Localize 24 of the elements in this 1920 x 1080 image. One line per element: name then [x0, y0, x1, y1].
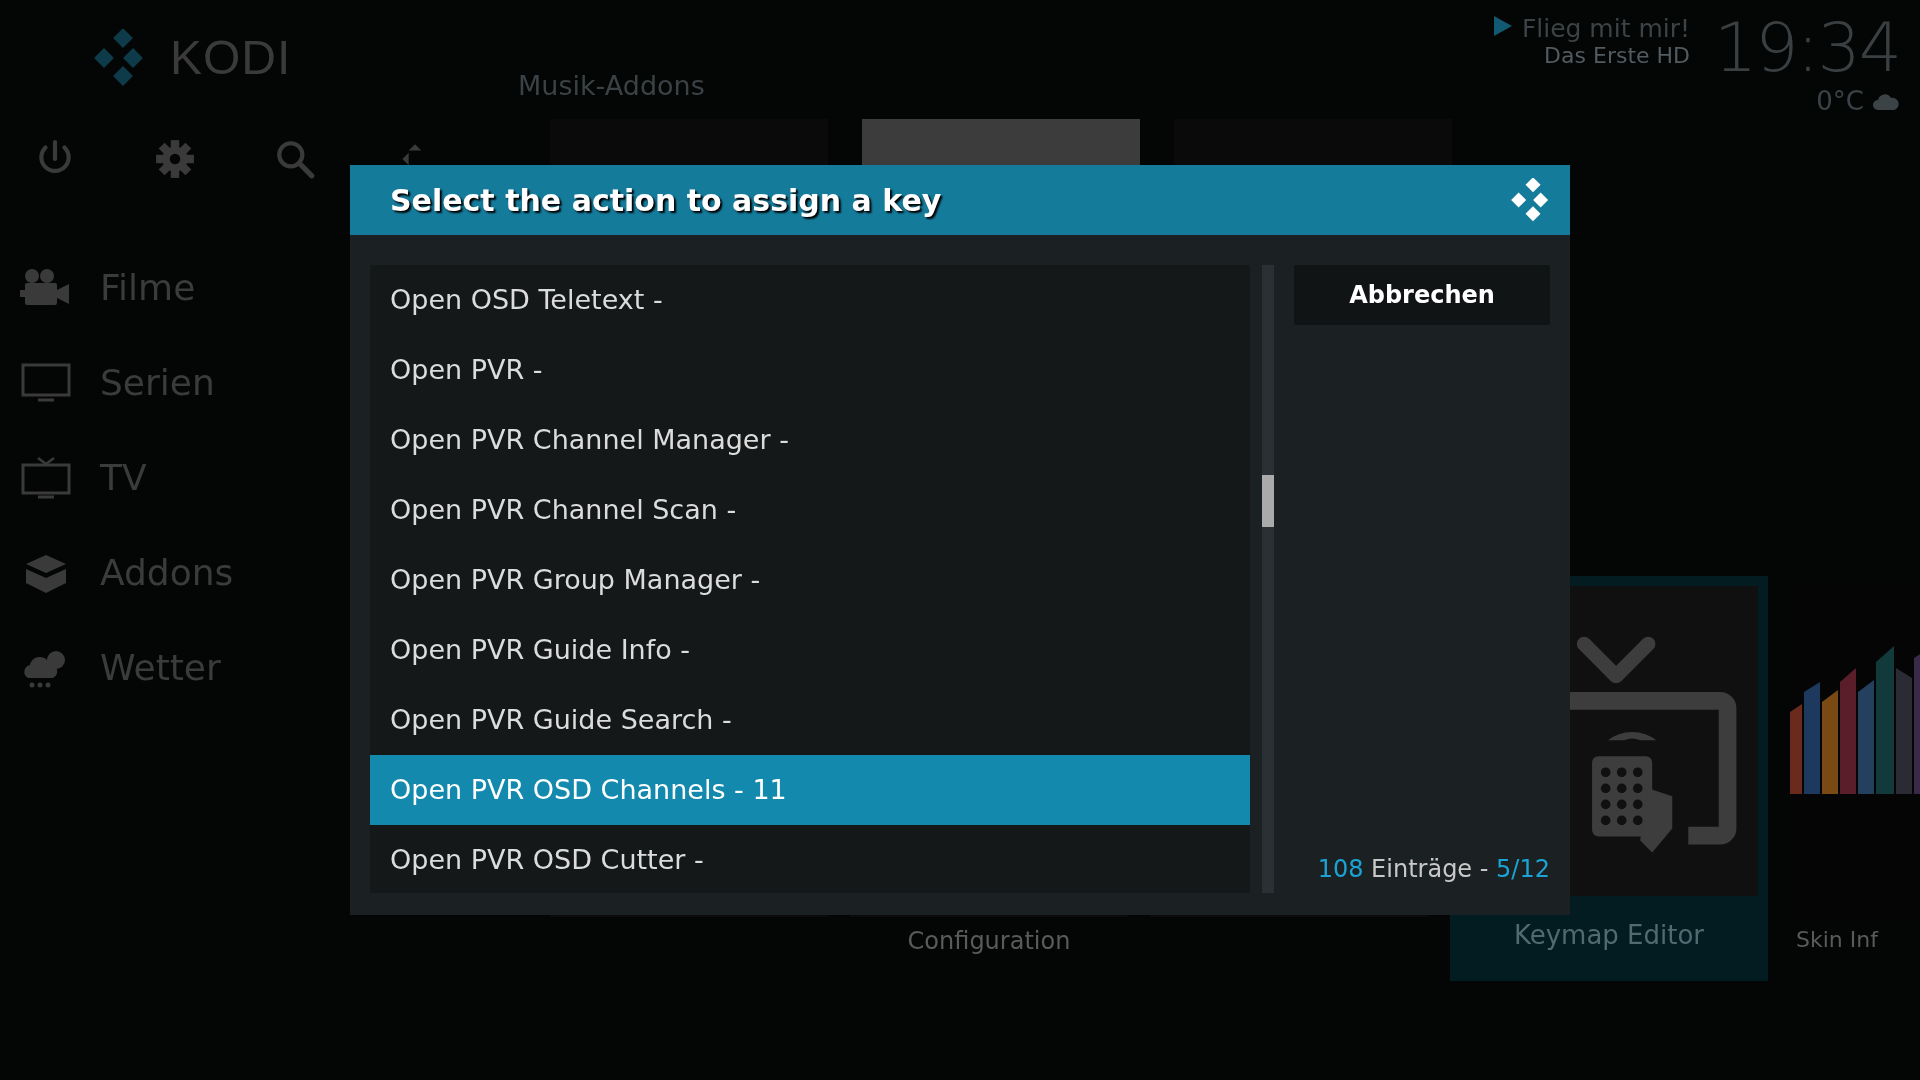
list-item[interactable]: Open PVR OSD Cutter - [370, 825, 1250, 893]
list-item[interactable]: Open PVR Guide Info - [370, 615, 1250, 685]
scrollbar-thumb[interactable] [1262, 475, 1274, 527]
channel-name: Das Erste HD [1543, 44, 1691, 69]
search-icon[interactable] [274, 138, 316, 180]
tile-label: Keymap Editor [1512, 918, 1706, 952]
tv-icon [20, 455, 72, 500]
list-item[interactable]: Open PVR Guide Search - [370, 685, 1250, 755]
list-item[interactable]: Open PVR Channel Manager - [370, 405, 1250, 475]
now-playing-title: Flieg mit mir! [1521, 14, 1691, 44]
list-item[interactable]: Open PVR OSD Channels - 11 [370, 755, 1250, 825]
play-icon [1493, 14, 1512, 38]
section-title: Musik-Addons [518, 69, 705, 103]
list-item[interactable]: Open PVR - [370, 335, 1250, 405]
scrollbar[interactable] [1262, 265, 1274, 893]
list-item[interactable]: Open OSD Teletext - [370, 265, 1250, 335]
list-item[interactable]: Open PVR Channel Scan - [370, 475, 1250, 545]
clock: 19:34 [1714, 14, 1900, 82]
cancel-button[interactable]: Abbrechen [1294, 265, 1550, 325]
dialog-title: Select the action to assign a key [390, 181, 942, 220]
settings-icon[interactable] [154, 138, 196, 180]
temperature: 0°C [1816, 85, 1864, 118]
cloud-icon [1872, 91, 1900, 112]
list-item[interactable]: Open PVR Group Manager - [370, 545, 1250, 615]
